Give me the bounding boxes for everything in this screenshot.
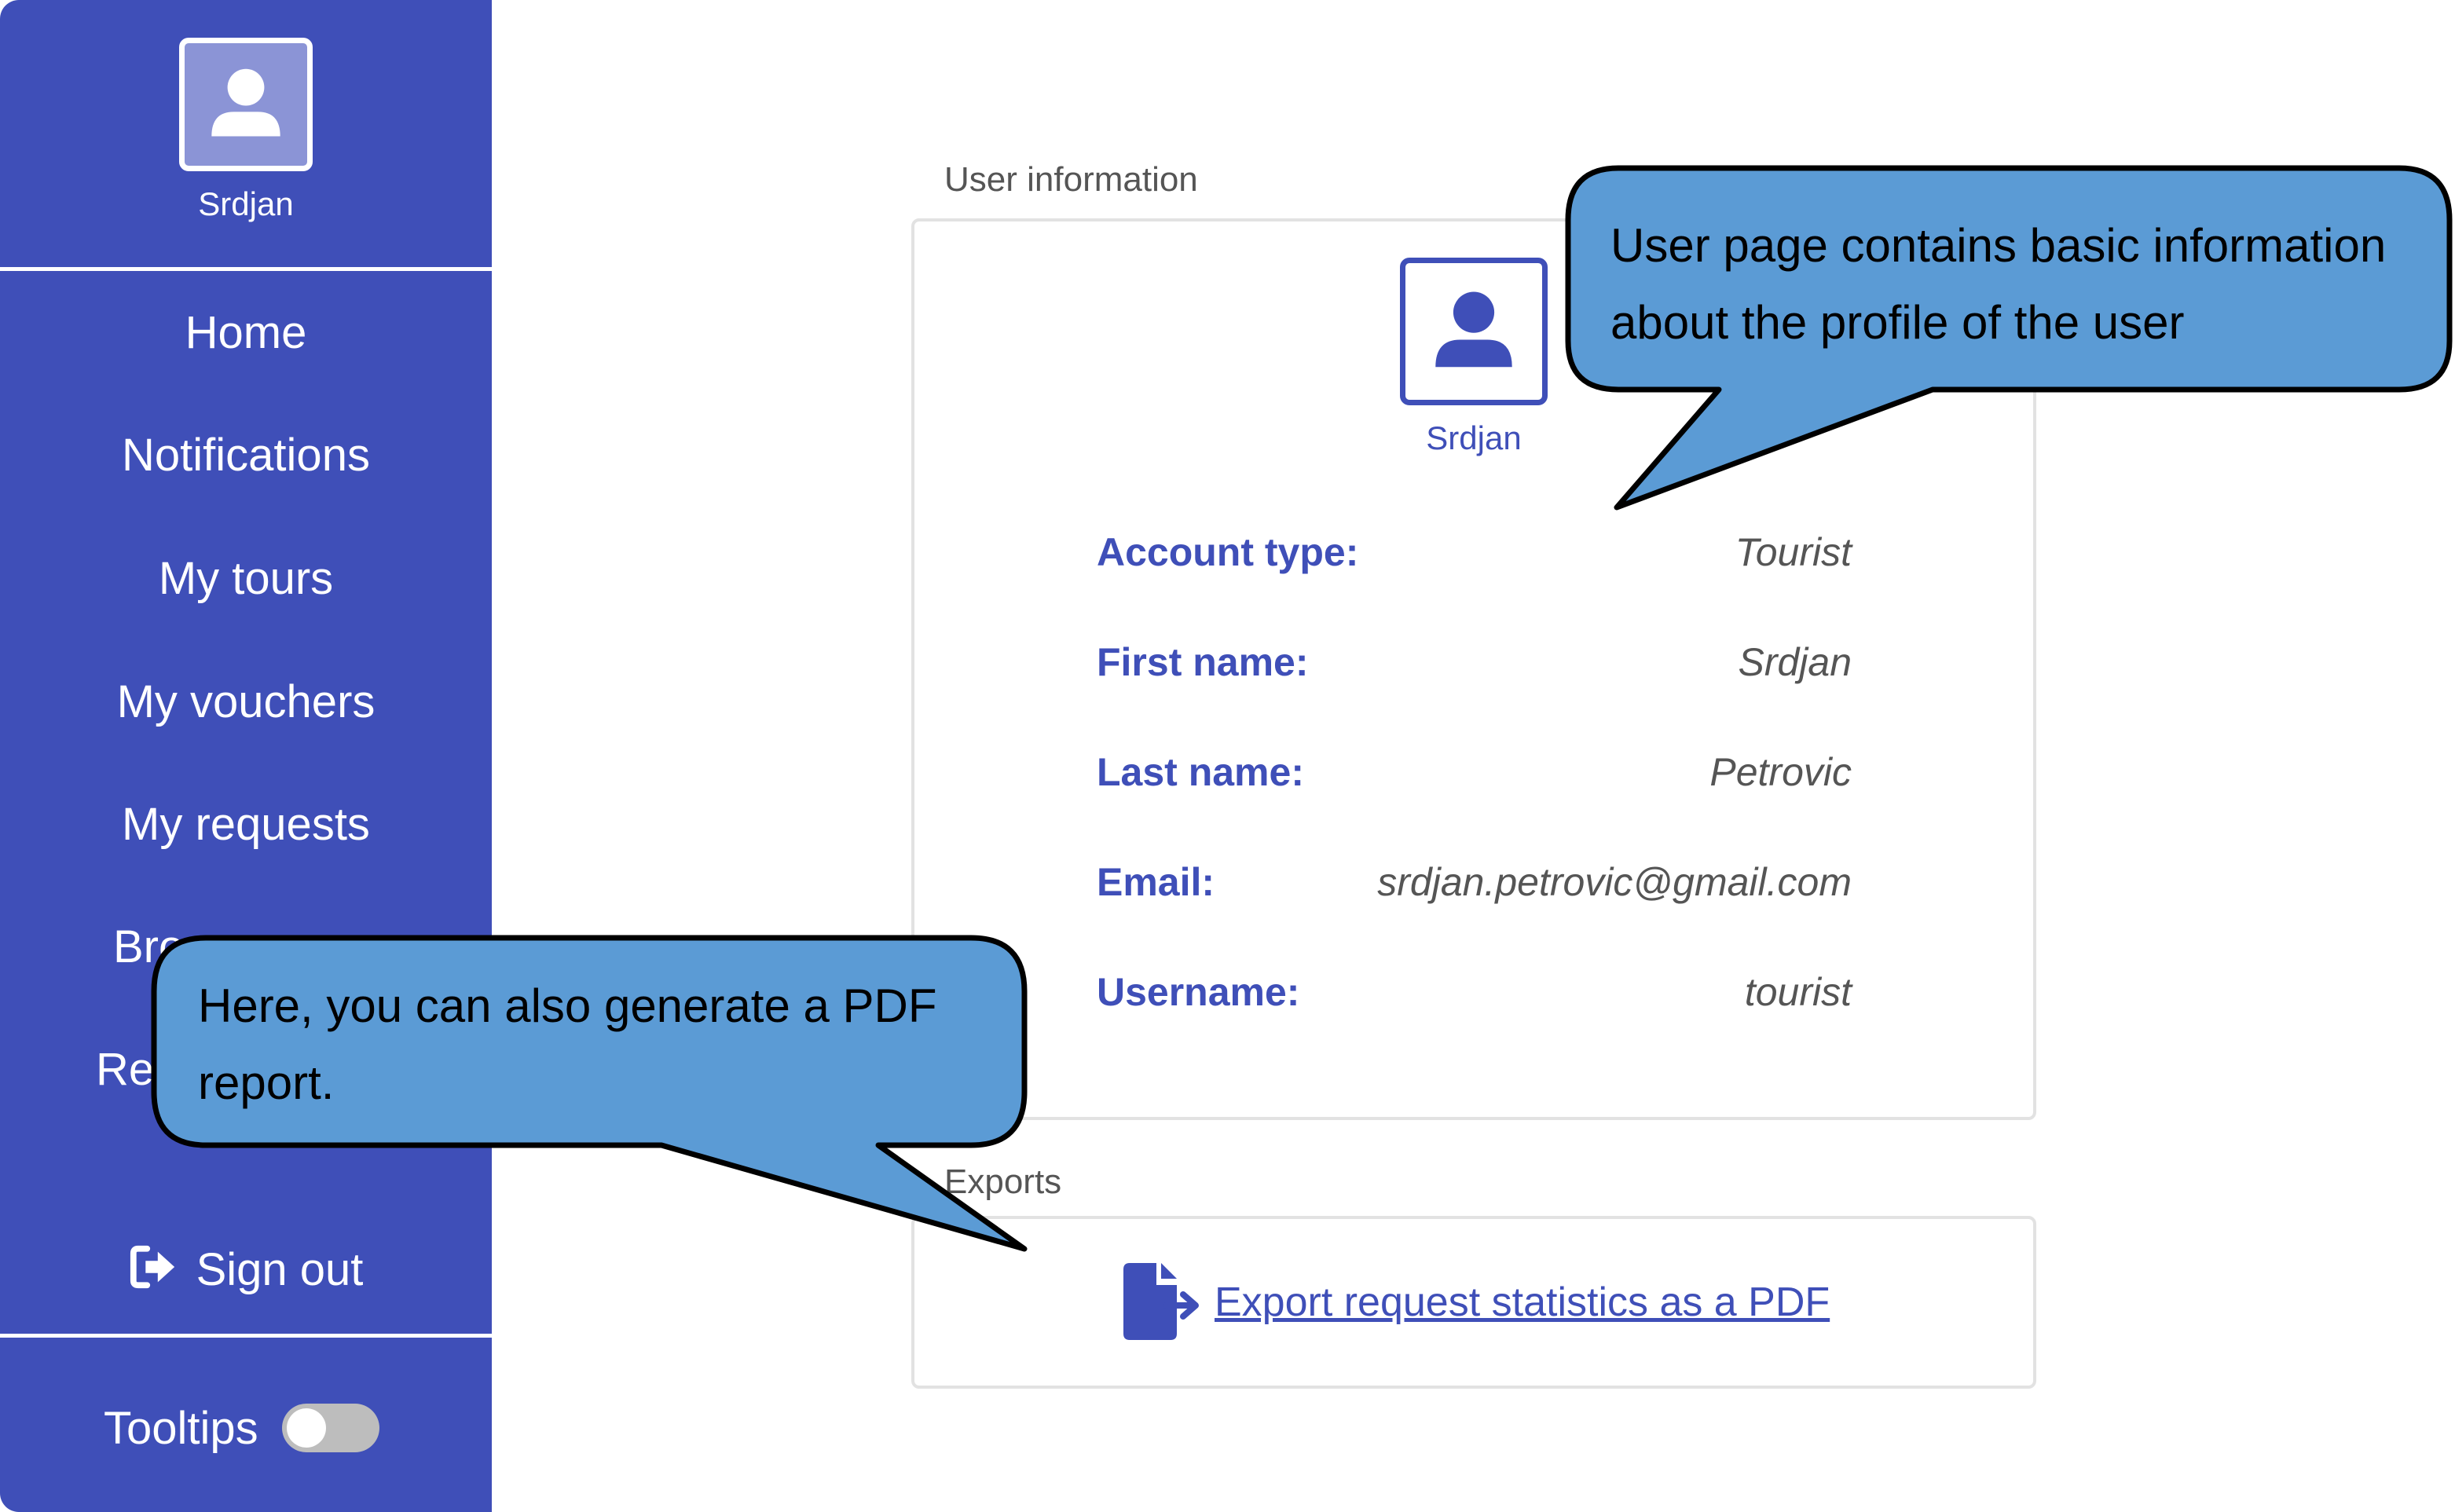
top-callout: User page contains basic information abo…	[1610, 207, 2386, 361]
username-label: Username:	[1097, 970, 1300, 1014]
email-value: srdjan.petrovic@gmail.com	[1377, 860, 1852, 904]
sign-out-button[interactable]: Sign out	[0, 1243, 492, 1296]
sidebar-item-browse[interactable]: Bro	[113, 921, 184, 973]
export-pdf-link-label: Export request statistics as a PDF	[1215, 1280, 1830, 1325]
sidebar-username: Srdjan	[198, 185, 294, 222]
account-type-label: Account type:	[1097, 530, 1359, 574]
first-name-label: First name:	[1097, 640, 1309, 684]
toggle-knob	[286, 1408, 326, 1448]
bottom-callout-line: Here, you can also generate a PDF	[198, 979, 937, 1032]
sidebar-divider	[0, 1334, 492, 1338]
sidebar-divider	[0, 267, 492, 271]
user-information-title: User information	[944, 160, 1198, 199]
tooltips-setting: Tooltips	[104, 1397, 379, 1459]
user-icon	[179, 38, 313, 171]
sidebar: Srdjan Home Notifications My tours My vo…	[0, 0, 492, 1512]
user-icon	[1400, 258, 1548, 405]
last-name-value: Petrovic	[1709, 750, 1852, 794]
sidebar-item-my-tours[interactable]: My tours	[0, 552, 492, 605]
email-label: Email:	[1097, 860, 1215, 904]
profile-username: Srdjan	[1426, 419, 1522, 456]
last-name-label: Last name:	[1097, 750, 1304, 794]
account-type-value: Tourist	[1735, 530, 1852, 574]
sidebar-item-reports[interactable]: Re	[96, 1043, 154, 1096]
top-callout-line: about the profile of the user	[1610, 296, 2185, 349]
bottom-callout-line: report.	[198, 1056, 335, 1109]
export-pdf-link[interactable]: Export request statistics as a PDF	[1120, 1261, 1830, 1343]
top-callout-line: User page contains basic information	[1610, 219, 2387, 272]
sign-out-icon	[130, 1245, 174, 1289]
exports-title: Exports	[944, 1162, 1062, 1201]
sidebar-item-my-vouchers[interactable]: My vouchers	[0, 675, 492, 728]
bottom-callout: Here, you can also generate a PDF report…	[198, 968, 937, 1122]
sidebar-item-home[interactable]: Home	[0, 306, 492, 359]
sidebar-item-notifications[interactable]: Notifications	[0, 429, 492, 481]
username-value: tourist	[1744, 970, 1852, 1014]
sidebar-item-my-requests[interactable]: My requests	[0, 798, 492, 851]
first-name-value: Srdjan	[1738, 640, 1852, 684]
tooltips-toggle[interactable]	[281, 1404, 379, 1452]
sign-out-label: Sign out	[196, 1244, 364, 1295]
app-window: Srdjan Home Notifications My tours My vo…	[0, 0, 2455, 1512]
tooltips-label: Tooltips	[104, 1402, 258, 1454]
file-export-icon	[1123, 1263, 1199, 1340]
